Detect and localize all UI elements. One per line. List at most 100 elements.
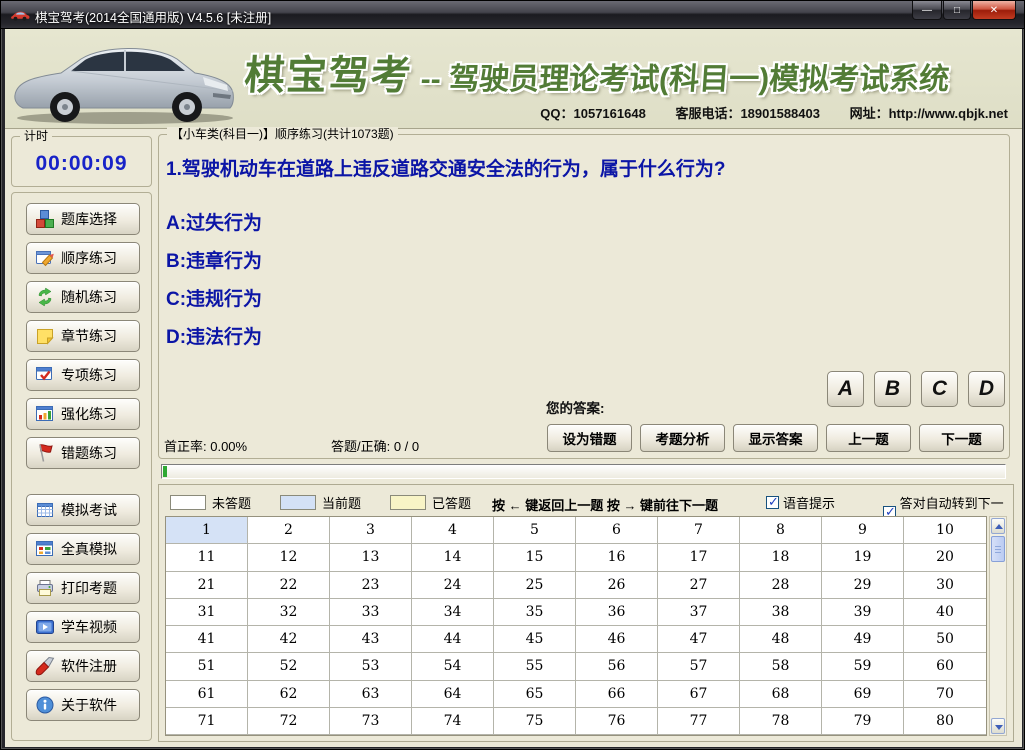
grid-cell-71[interactable]: 71 — [166, 708, 248, 735]
title-bar[interactable]: 棋宝驾考(2014全国通用版) V4.5.6 [未注册] — □ ✕ — [1, 1, 1024, 29]
next-question-button[interactable]: 下一题 — [919, 424, 1004, 452]
grid-cell-11[interactable]: 11 — [166, 544, 248, 571]
prev-question-button[interactable]: 上一题 — [826, 424, 911, 452]
grid-cell-63[interactable]: 63 — [330, 681, 412, 708]
grid-cell-56[interactable]: 56 — [576, 653, 658, 680]
grid-cell-42[interactable]: 42 — [248, 626, 330, 653]
grid-cell-41[interactable]: 41 — [166, 626, 248, 653]
grid-cell-49[interactable]: 49 — [822, 626, 904, 653]
grid-cell-33[interactable]: 33 — [330, 599, 412, 626]
grid-cell-39[interactable]: 39 — [822, 599, 904, 626]
sidebar-item-intensive[interactable]: 强化练习 — [26, 398, 140, 430]
grid-cell-17[interactable]: 17 — [658, 544, 740, 571]
minimize-button[interactable]: — — [912, 1, 942, 20]
grid-cell-74[interactable]: 74 — [412, 708, 494, 735]
grid-cell-67[interactable]: 67 — [658, 681, 740, 708]
grid-cell-76[interactable]: 76 — [576, 708, 658, 735]
sidebar-item-register[interactable]: 软件注册 — [26, 650, 140, 682]
grid-cell-55[interactable]: 55 — [494, 653, 576, 680]
option-c[interactable]: C:违规行为 — [166, 284, 262, 311]
grid-cell-80[interactable]: 80 — [904, 708, 986, 735]
answer-button-c[interactable]: C — [921, 371, 958, 407]
grid-cell-38[interactable]: 38 — [740, 599, 822, 626]
option-b[interactable]: B:违章行为 — [166, 246, 262, 273]
grid-cell-69[interactable]: 69 — [822, 681, 904, 708]
sidebar-item-driving-videos[interactable]: 学车视频 — [26, 611, 140, 643]
grid-cell-2[interactable]: 2 — [248, 517, 330, 544]
sidebar-item-about[interactable]: 关于软件 — [26, 689, 140, 721]
grid-cell-26[interactable]: 26 — [576, 572, 658, 599]
sidebar-item-sequential[interactable]: 顺序练习 — [26, 242, 140, 274]
grid-cell-12[interactable]: 12 — [248, 544, 330, 571]
sidebar-item-mock-exam[interactable]: 模拟考试 — [26, 494, 140, 526]
sidebar-item-wrong-questions[interactable]: 错题练习 — [26, 437, 140, 469]
grid-cell-29[interactable]: 29 — [822, 572, 904, 599]
grid-cell-53[interactable]: 53 — [330, 653, 412, 680]
grid-cell-77[interactable]: 77 — [658, 708, 740, 735]
grid-cell-21[interactable]: 21 — [166, 572, 248, 599]
grid-cell-32[interactable]: 32 — [248, 599, 330, 626]
grid-cell-60[interactable]: 60 — [904, 653, 986, 680]
answer-button-d[interactable]: D — [968, 371, 1005, 407]
grid-cell-4[interactable]: 4 — [412, 517, 494, 544]
option-d[interactable]: D:违法行为 — [166, 322, 262, 349]
grid-cell-1[interactable]: 1 — [166, 517, 248, 544]
grid-cell-68[interactable]: 68 — [740, 681, 822, 708]
grid-cell-66[interactable]: 66 — [576, 681, 658, 708]
grid-cell-7[interactable]: 7 — [658, 517, 740, 544]
grid-cell-36[interactable]: 36 — [576, 599, 658, 626]
grid-cell-50[interactable]: 50 — [904, 626, 986, 653]
grid-cell-75[interactable]: 75 — [494, 708, 576, 735]
voice-prompt-checkbox[interactable]: ✓语音提示 — [766, 493, 835, 512]
grid-cell-48[interactable]: 48 — [740, 626, 822, 653]
grid-cell-46[interactable]: 46 — [576, 626, 658, 653]
scroll-thumb[interactable] — [991, 536, 1005, 562]
grid-cell-52[interactable]: 52 — [248, 653, 330, 680]
grid-scrollbar[interactable] — [989, 516, 1007, 736]
grid-cell-9[interactable]: 9 — [822, 517, 904, 544]
question-analysis-button[interactable]: 考题分析 — [640, 424, 725, 452]
grid-cell-20[interactable]: 20 — [904, 544, 986, 571]
grid-cell-24[interactable]: 24 — [412, 572, 494, 599]
grid-cell-15[interactable]: 15 — [494, 544, 576, 571]
grid-cell-37[interactable]: 37 — [658, 599, 740, 626]
sidebar-item-print-questions[interactable]: 打印考题 — [26, 572, 140, 604]
grid-cell-13[interactable]: 13 — [330, 544, 412, 571]
grid-cell-73[interactable]: 73 — [330, 708, 412, 735]
close-button[interactable]: ✕ — [972, 1, 1016, 20]
grid-cell-61[interactable]: 61 — [166, 681, 248, 708]
sidebar-item-question-bank[interactable]: 题库选择 — [26, 203, 140, 235]
sidebar-item-chapter[interactable]: 章节练习 — [26, 320, 140, 352]
maximize-button[interactable]: □ — [943, 1, 971, 20]
show-answer-button[interactable]: 显示答案 — [733, 424, 818, 452]
mark-wrong-button[interactable]: 设为错题 — [547, 424, 632, 452]
grid-cell-58[interactable]: 58 — [740, 653, 822, 680]
answer-button-a[interactable]: A — [827, 371, 864, 407]
grid-cell-27[interactable]: 27 — [658, 572, 740, 599]
voice-prompt-checkbox-box[interactable]: ✓ — [766, 496, 779, 509]
scroll-up-button[interactable] — [991, 518, 1005, 534]
grid-cell-5[interactable]: 5 — [494, 517, 576, 544]
grid-cell-43[interactable]: 43 — [330, 626, 412, 653]
grid-cell-59[interactable]: 59 — [822, 653, 904, 680]
grid-cell-64[interactable]: 64 — [412, 681, 494, 708]
grid-cell-65[interactable]: 65 — [494, 681, 576, 708]
grid-cell-3[interactable]: 3 — [330, 517, 412, 544]
grid-cell-10[interactable]: 10 — [904, 517, 986, 544]
sidebar-item-full-simulation[interactable]: 全真模拟 — [26, 533, 140, 565]
grid-cell-14[interactable]: 14 — [412, 544, 494, 571]
answer-button-b[interactable]: B — [874, 371, 911, 407]
option-a[interactable]: A:过失行为 — [166, 208, 262, 235]
grid-cell-28[interactable]: 28 — [740, 572, 822, 599]
grid-cell-19[interactable]: 19 — [822, 544, 904, 571]
sidebar-item-special[interactable]: 专项练习 — [26, 359, 140, 391]
grid-cell-16[interactable]: 16 — [576, 544, 658, 571]
grid-cell-35[interactable]: 35 — [494, 599, 576, 626]
grid-cell-18[interactable]: 18 — [740, 544, 822, 571]
grid-cell-31[interactable]: 31 — [166, 599, 248, 626]
grid-cell-57[interactable]: 57 — [658, 653, 740, 680]
grid-cell-54[interactable]: 54 — [412, 653, 494, 680]
sidebar-item-random[interactable]: 随机练习 — [26, 281, 140, 313]
grid-cell-72[interactable]: 72 — [248, 708, 330, 735]
grid-cell-30[interactable]: 30 — [904, 572, 986, 599]
